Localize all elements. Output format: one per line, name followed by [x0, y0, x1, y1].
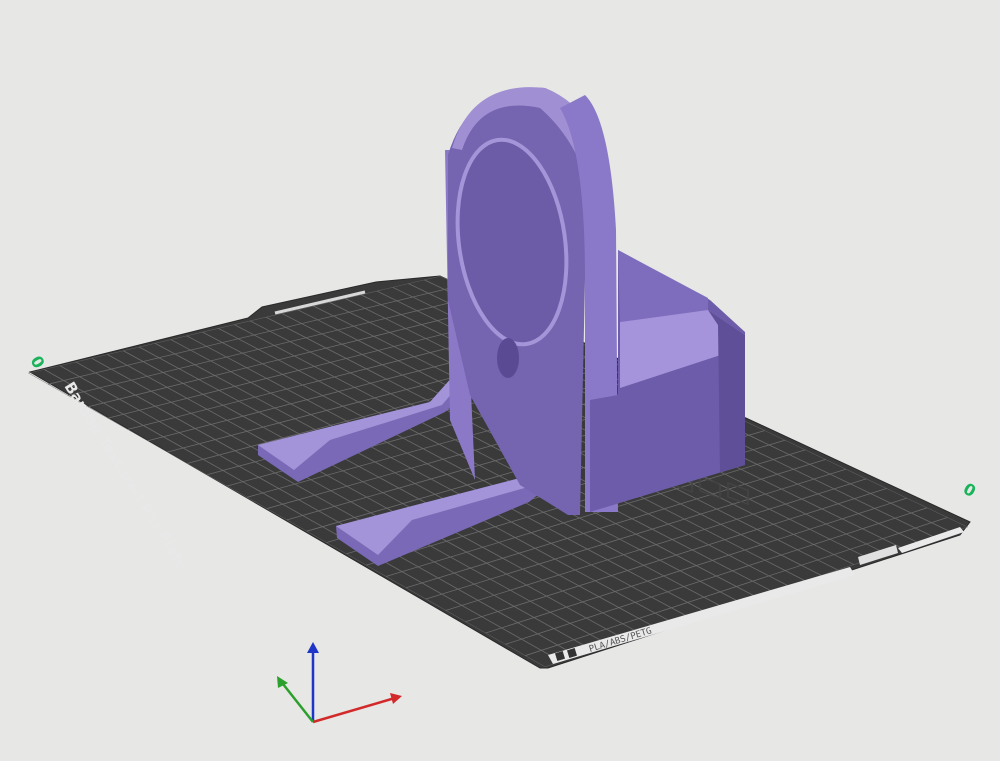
axes-gizmo — [277, 642, 402, 724]
corner-number-right: 0 — [960, 479, 979, 501]
3d-viewport[interactable]: Bambu Textured PEI Plate PLA/ABS/PETG 0 … — [0, 0, 1000, 761]
x-axis — [312, 696, 396, 724]
y-axis — [282, 683, 314, 723]
